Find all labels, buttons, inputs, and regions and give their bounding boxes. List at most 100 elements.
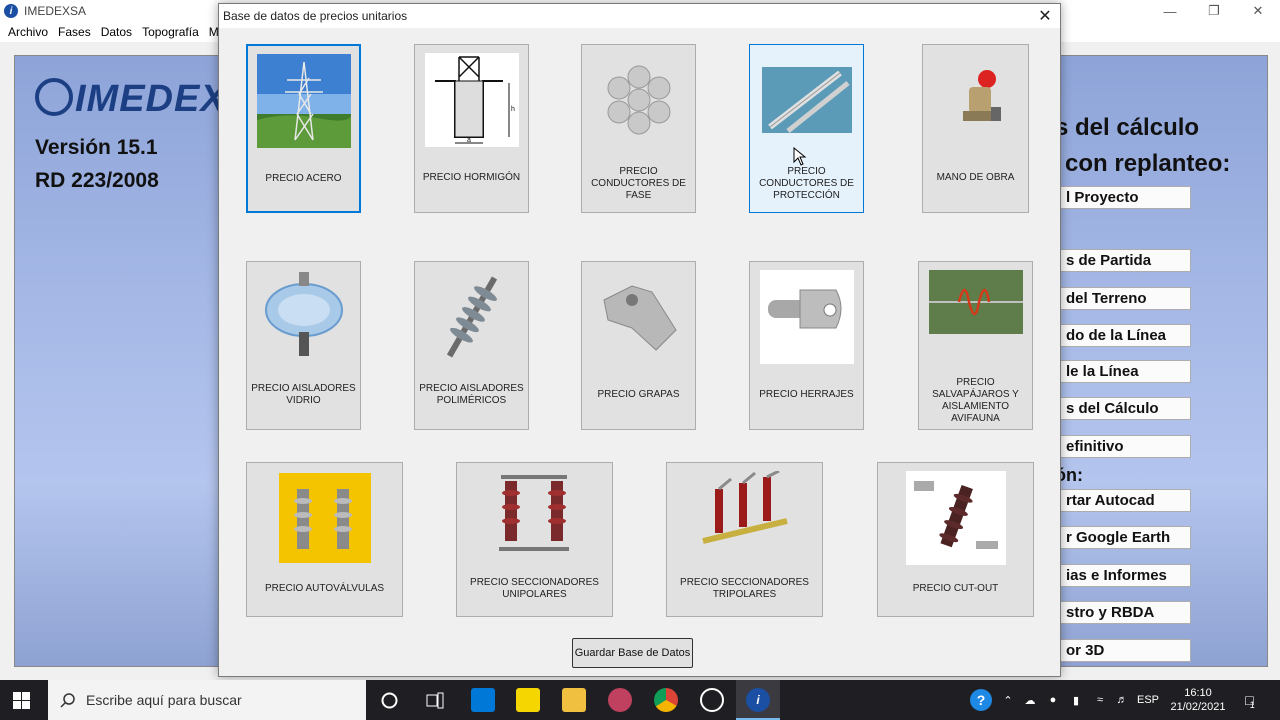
taskbar-active-app[interactable]: i <box>736 680 780 720</box>
obs-icon[interactable] <box>700 688 724 712</box>
rd-label: RD 223/2008 <box>35 169 159 192</box>
side-button-3d[interactable]: or 3D <box>1055 639 1191 662</box>
onedrive-icon[interactable]: ☁ <box>1020 680 1040 720</box>
tile-precio-aisladores-vidrio[interactable]: PRECIO AISLADORES VIDRIO <box>246 261 361 430</box>
price-database-dialog: Base de datos de precios unitarios ✕ PRE… <box>218 3 1061 677</box>
tile-precio-conductores-fase[interactable]: PRECIO CONDUCTORES DE FASE <box>581 44 696 213</box>
tile-label: PRECIO CUT-OUT <box>912 583 999 594</box>
tile-label: MANO DE OBRA <box>936 172 1015 183</box>
menu-datos[interactable]: Datos <box>101 25 132 39</box>
tile-precio-aisladores-polimericos[interactable]: PRECIO AISLADORES POLIMÉRICOS <box>414 261 529 430</box>
task-view-icon[interactable] <box>426 692 444 709</box>
single-pole-disconnector-icon <box>485 471 585 561</box>
chrome-icon[interactable] <box>654 688 678 712</box>
dialog-title: Base de datos de precios unitarios <box>223 9 408 23</box>
imedexsa-taskbar-icon: i <box>746 688 770 712</box>
file-explorer-icon[interactable] <box>562 688 586 712</box>
tile-precio-hormigon[interactable]: h a PRECIO HORMIGÓN <box>414 44 529 213</box>
taskbar: Escribe aquí para buscar i ? ⌃ ☁ ● ▮ ≈ ♬… <box>0 680 1280 720</box>
protection-conductor-icon <box>760 53 854 147</box>
tile-mano-de-obra[interactable]: MANO DE OBRA <box>922 44 1029 213</box>
menu-archivo[interactable]: Archivo <box>8 25 48 39</box>
tile-label: PRECIO HORMIGÓN <box>422 172 521 183</box>
battery-icon[interactable]: ▮ <box>1066 680 1086 720</box>
side-button-partida[interactable]: s de Partida <box>1055 249 1191 272</box>
show-hidden-icons-icon[interactable]: ⌃ <box>1000 680 1016 720</box>
tile-label: PRECIO AUTOVÁLVULAS <box>264 583 385 594</box>
taskbar-search-box[interactable]: Escribe aquí para buscar <box>48 680 366 720</box>
close-button[interactable]: ✕ <box>1236 0 1280 22</box>
tile-precio-seccionadores-tripolares[interactable]: PRECIO SECCIONADORES TRIPOLARES <box>666 462 823 617</box>
notification-count: 1 <box>1249 700 1255 710</box>
store-icon[interactable] <box>471 688 495 712</box>
side-button-proyecto[interactable]: l Proyecto <box>1055 186 1191 209</box>
sticky-notes-icon[interactable] <box>516 688 540 712</box>
polymer-insulator-icon <box>425 270 519 364</box>
clock-date: 21/02/2021 <box>1170 701 1226 713</box>
hardware-fitting-icon <box>759 270 854 364</box>
tile-precio-conductores-proteccion[interactable]: PRECIO CONDUCTORES DE PROTECCIÓN <box>749 44 864 213</box>
phase-conductor-icon <box>592 53 686 147</box>
tile-label: PRECIO AISLADORES VIDRIO <box>251 383 356 406</box>
windows-start-icon[interactable] <box>13 692 30 709</box>
glass-insulator-icon <box>257 270 351 364</box>
help-icon[interactable]: ? <box>970 689 992 711</box>
tile-precio-seccionadores-unipolares[interactable]: PRECIO SECCIONADORES UNIPOLARES <box>456 462 613 617</box>
restore-button[interactable]: ❐ <box>1192 0 1236 22</box>
tile-label: PRECIO GRAPAS <box>597 389 680 400</box>
three-pole-disconnector-icon <box>695 471 795 561</box>
tile-label: PRECIO SECCIONADORES UNIPOLARES <box>470 577 599 600</box>
svg-text:h: h <box>511 106 515 113</box>
tile-precio-autovalvulas[interactable]: PRECIO AUTOVÁLVULAS <box>246 462 403 617</box>
tile-precio-herrajes[interactable]: PRECIO HERRAJES <box>749 261 864 430</box>
side-button-terreno[interactable]: del Terreno <box>1055 287 1191 310</box>
replanteo-heading: a con replanteo: <box>1045 150 1231 177</box>
side-button-rbda[interactable]: stro y RBDA <box>1055 601 1191 624</box>
volume-icon[interactable]: ♬ <box>1112 680 1132 720</box>
search-placeholder: Escribe aquí para buscar <box>86 692 242 708</box>
cut-out-fuse-icon <box>905 471 1006 565</box>
menu-fases[interactable]: Fases <box>58 25 91 39</box>
svg-text:a: a <box>467 137 471 144</box>
tile-precio-acero[interactable]: PRECIO ACERO <box>246 44 361 213</box>
wifi-icon[interactable]: ≈ <box>1090 680 1110 720</box>
media-app-icon[interactable] <box>608 688 632 712</box>
calc-heading: s del cálculo <box>1055 114 1200 141</box>
menu-topografia[interactable]: Topografía <box>142 25 199 39</box>
side-button-google-earth[interactable]: r Google Earth <box>1055 526 1191 549</box>
side-button-definitivo[interactable]: efinitivo <box>1055 435 1191 458</box>
tile-precio-salvapajaros[interactable]: PRECIO SALVAPÁJAROS Y AISLAMIENTO AVIFAU… <box>918 261 1033 430</box>
clamp-icon <box>592 270 686 364</box>
tile-precio-grapas[interactable]: PRECIO GRAPAS <box>581 261 696 430</box>
side-button-informes[interactable]: ias e Informes <box>1055 564 1191 587</box>
side-button-trazado[interactable]: do de la Línea <box>1055 324 1191 347</box>
close-icon: ✕ <box>1038 8 1052 25</box>
clock[interactable]: 16:10 21/02/2021 <box>1166 684 1230 716</box>
minimize-button[interactable]: — <box>1148 0 1192 22</box>
save-database-button[interactable]: Guardar Base de Datos <box>572 638 693 668</box>
surge-arrester-icon <box>275 471 375 565</box>
side-button-autocad[interactable]: rtar Autocad <box>1055 489 1191 512</box>
side-button-linea[interactable]: le la Línea <box>1055 360 1191 383</box>
version-label: Versión 15.1 <box>35 136 158 159</box>
bird-diverter-icon <box>928 270 1023 334</box>
dialog-close-button[interactable]: ✕ <box>1030 4 1060 28</box>
main-window-title: IMEDEXSA <box>24 4 87 18</box>
side-button-calculo[interactable]: s del Cálculo <box>1055 397 1191 420</box>
tile-label: PRECIO AISLADORES POLIMÉRICOS <box>419 383 524 406</box>
language-indicator[interactable]: ESP <box>1134 680 1162 720</box>
mouse-cursor-icon <box>793 147 807 166</box>
tile-label: PRECIO HERRAJES <box>759 389 854 400</box>
tile-label: PRECIO CONDUCTORES DE FASE <box>591 166 686 201</box>
notifications-icon[interactable]: □ 1 <box>1236 680 1264 720</box>
tile-label: PRECIO SALVAPÁJAROS Y AISLAMIENTO AVIFAU… <box>932 377 1019 424</box>
cortana-icon[interactable] <box>381 692 398 709</box>
search-icon <box>60 693 75 708</box>
tile-label: PRECIO SECCIONADORES TRIPOLARES <box>680 577 809 600</box>
tile-precio-cut-out[interactable]: PRECIO CUT-OUT <box>877 462 1034 617</box>
microphone-icon[interactable]: ● <box>1044 680 1062 720</box>
dialog-titlebar: Base de datos de precios unitarios <box>219 4 1060 28</box>
app-logo-icon: i <box>4 4 18 18</box>
tile-label: PRECIO CONDUCTORES DE PROTECCIÓN <box>759 166 854 201</box>
steel-tower-icon <box>256 54 351 148</box>
